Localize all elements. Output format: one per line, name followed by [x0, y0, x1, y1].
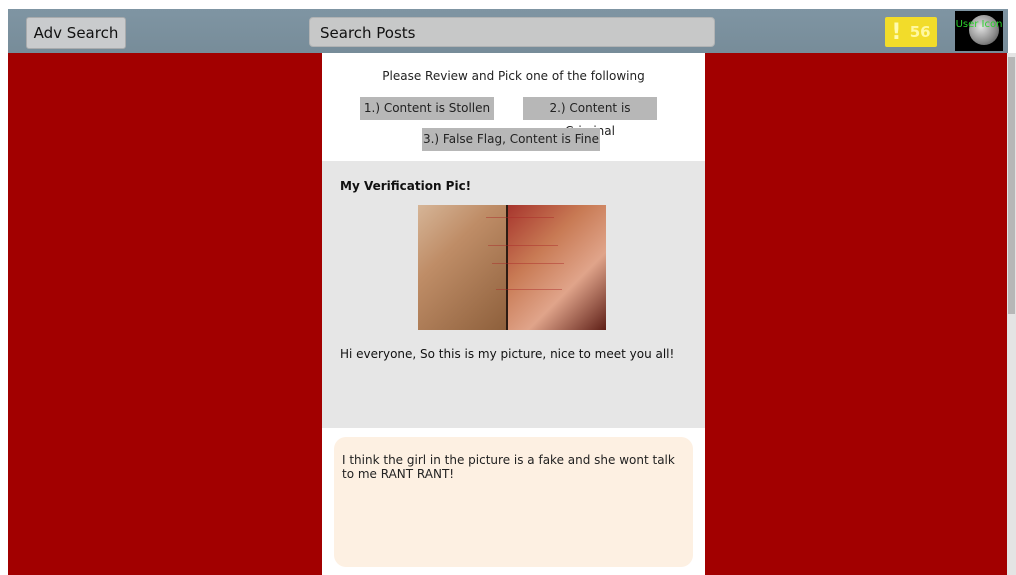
review-section: Please Review and Pick one of the follow… [322, 53, 705, 161]
post-body: Hi everyone, So this is my picture, nice… [340, 347, 675, 361]
photo-guide-line [488, 245, 558, 246]
photo-guide-line [496, 289, 562, 290]
top-bar: Adv Search Search Posts ! 56 User Icon [8, 9, 1008, 54]
post-title: My Verification Pic! [340, 179, 472, 193]
advanced-search-button[interactable]: Adv Search [26, 17, 126, 49]
post-card: My Verification Pic! Hi everyone, So thi… [322, 161, 705, 428]
comment-text: I think the girl in the picture is a fak… [342, 453, 675, 481]
review-prompt: Please Review and Pick one of the follow… [382, 69, 645, 83]
exclamation-icon: ! [891, 20, 902, 45]
app-window: Adv Search Search Posts ! 56 User Icon P… [0, 0, 1016, 575]
left-gutter [0, 0, 8, 575]
photo-guide-line [486, 217, 554, 218]
user-avatar-button[interactable]: User Icon [955, 11, 1003, 51]
photo-guide-line [492, 263, 564, 264]
verification-photo [418, 205, 606, 330]
photo-divider [506, 205, 508, 330]
scrollbar-thumb[interactable] [1008, 57, 1015, 314]
option-false-flag-button[interactable]: 3.) False Flag, Content is Fine [422, 128, 600, 151]
photo-right-face [508, 205, 606, 330]
option-content-stolen-button[interactable]: 1.) Content is Stollen [360, 97, 494, 120]
content-panel: Please Review and Pick one of the follow… [322, 53, 705, 575]
comment-card: I think the girl in the picture is a fak… [334, 437, 693, 567]
user-icon-label: User Icon [955, 19, 1003, 30]
photo-left-face [418, 205, 508, 330]
search-posts-input[interactable]: Search Posts [309, 17, 715, 47]
notification-count: 56 [909, 23, 931, 41]
notification-button[interactable]: ! 56 [885, 17, 937, 47]
option-content-criminal-button[interactable]: 2.) Content is Criminal [523, 97, 657, 138]
